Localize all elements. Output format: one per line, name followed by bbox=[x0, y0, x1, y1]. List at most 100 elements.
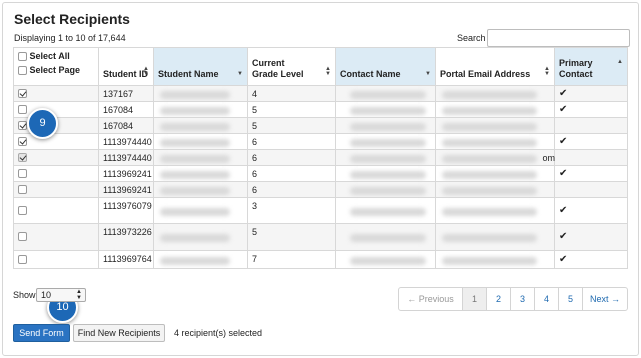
cell-student-id: 167084 bbox=[99, 118, 154, 133]
redacted-portal-email bbox=[442, 139, 537, 147]
cell-contact-name bbox=[336, 134, 436, 149]
cell-student-name bbox=[154, 150, 248, 165]
cell-primary bbox=[555, 182, 627, 197]
primary-contact-check-icon: ✔ bbox=[559, 205, 568, 216]
pagination-page-3[interactable]: 3 bbox=[511, 288, 535, 310]
redacted-student-name bbox=[160, 234, 230, 242]
table-row[interactable]: 1113969764 7 ✔ bbox=[13, 251, 628, 269]
cell-grade: 6 bbox=[248, 182, 336, 197]
redacted-contact-name bbox=[350, 139, 426, 147]
cell-primary: ✔ bbox=[555, 102, 627, 117]
pagination-page-2[interactable]: 2 bbox=[487, 288, 511, 310]
sort-icon: ▲ ▼ bbox=[325, 66, 331, 77]
row-checkbox[interactable] bbox=[18, 105, 27, 114]
student-id: 167084 bbox=[103, 105, 134, 115]
table-row[interactable]: 1113974440 6 om bbox=[13, 150, 628, 166]
pagination-page-4[interactable]: 4 bbox=[535, 288, 559, 310]
cell-portal-email bbox=[436, 182, 555, 197]
cell-primary: ✔ bbox=[555, 251, 627, 268]
cell-contact-name bbox=[336, 118, 436, 133]
select-page-label: Select Page bbox=[29, 65, 81, 75]
grade-level: 5 bbox=[252, 105, 258, 115]
primary-contact-check-icon: ✔ bbox=[559, 254, 568, 265]
student-name-header: Student Name bbox=[158, 69, 219, 79]
sort-up-icon: ▲ bbox=[617, 59, 623, 65]
pagination-page-1[interactable]: 1 bbox=[463, 288, 487, 310]
pagination: ← Previous 1 2 3 4 5 Next → bbox=[398, 287, 628, 311]
cell-portal-email bbox=[436, 118, 555, 133]
cell-contact-name bbox=[336, 166, 436, 181]
pagination-next[interactable]: Next → bbox=[583, 288, 627, 310]
grade-header: Current Grade Level bbox=[252, 58, 304, 79]
row-checkbox[interactable] bbox=[18, 137, 27, 146]
grade-level: 5 bbox=[252, 227, 258, 237]
page-size-value: 10 bbox=[41, 290, 52, 300]
row-checkbox[interactable] bbox=[18, 185, 27, 194]
column-header-grade[interactable]: Current Grade Level ▲ ▼ bbox=[248, 48, 336, 85]
grade-level: 4 bbox=[252, 89, 258, 99]
row-checkbox[interactable] bbox=[18, 153, 27, 162]
cell-contact-name bbox=[336, 198, 436, 223]
redacted-portal-email bbox=[442, 171, 537, 179]
displaying-count: Displaying 1 to 10 of 17,644 bbox=[14, 33, 126, 43]
grade-level: 6 bbox=[252, 169, 258, 179]
redacted-portal-email bbox=[442, 123, 537, 131]
primary-contact-check-icon: ✔ bbox=[559, 136, 568, 147]
table-row[interactable]: 1113974440 6 ✔ bbox=[13, 134, 628, 150]
primary-contact-check-icon: ✔ bbox=[559, 168, 568, 179]
cell-student-name bbox=[154, 251, 248, 268]
redacted-portal-email bbox=[442, 91, 537, 99]
cell-cb bbox=[14, 102, 99, 117]
page-size-select[interactable]: 10 ▲ ▼ bbox=[36, 288, 86, 302]
column-header-primary-contact[interactable]: Primary Contact ▲ bbox=[555, 48, 627, 85]
sort-icon: ▲ ▼ bbox=[544, 66, 550, 77]
redacted-contact-name bbox=[350, 234, 426, 242]
table-row[interactable]: 167084 5 bbox=[13, 118, 628, 134]
table-row[interactable]: 137167 4 ✔ bbox=[13, 86, 628, 102]
cell-student-name bbox=[154, 134, 248, 149]
pagination-page-5[interactable]: 5 bbox=[559, 288, 583, 310]
redacted-student-name bbox=[160, 139, 230, 147]
redacted-contact-name bbox=[350, 257, 426, 265]
step-callout-9: 9 bbox=[27, 108, 58, 139]
redacted-student-name bbox=[160, 187, 230, 195]
column-header-contact-name[interactable]: Contact Name ▼ bbox=[336, 48, 436, 85]
cell-portal-email: om bbox=[436, 150, 555, 165]
cell-portal-email bbox=[436, 198, 555, 223]
find-new-recipients-button[interactable]: Find New Recipients bbox=[73, 324, 165, 342]
column-header-student-name[interactable]: Student Name ▼ bbox=[154, 48, 248, 85]
table-row[interactable]: 1113969241 6 ✔ bbox=[13, 166, 628, 182]
row-checkbox[interactable] bbox=[18, 89, 27, 98]
select-all-checkbox[interactable] bbox=[18, 52, 27, 62]
send-form-button[interactable]: Send Form bbox=[13, 324, 70, 342]
row-checkbox[interactable] bbox=[18, 255, 27, 264]
pagination-previous[interactable]: ← Previous bbox=[399, 288, 463, 310]
redacted-student-name bbox=[160, 123, 230, 131]
column-header-student-id[interactable]: Student ID ▲ ▼ bbox=[99, 48, 154, 85]
cell-student-name bbox=[154, 224, 248, 250]
table-row[interactable]: 167084 5 ✔ bbox=[13, 102, 628, 118]
column-header-portal-email[interactable]: Portal Email Address ▲ ▼ bbox=[436, 48, 555, 85]
cell-student-id: 1113973226 bbox=[99, 224, 154, 250]
row-checkbox[interactable] bbox=[18, 206, 27, 215]
table-row[interactable]: 1113973226 5 ✔ bbox=[13, 224, 628, 251]
search-input[interactable] bbox=[487, 29, 630, 47]
cell-student-name bbox=[154, 102, 248, 117]
grade-level: 7 bbox=[252, 254, 258, 264]
page-title: Select Recipients bbox=[14, 11, 130, 27]
sort-icon: ▲ ▼ bbox=[143, 66, 149, 77]
redacted-student-name bbox=[160, 107, 230, 115]
selected-count: 4 recipient(s) selected bbox=[174, 328, 263, 338]
table-row[interactable]: 1113976079 3 ✔ bbox=[13, 198, 628, 224]
row-checkbox[interactable] bbox=[18, 121, 27, 130]
student-id: 1113974440 bbox=[103, 153, 152, 163]
redacted-student-name bbox=[160, 155, 230, 163]
cell-portal-email bbox=[436, 224, 555, 250]
student-id: 1113974440 bbox=[103, 137, 152, 147]
table-row[interactable]: 1113969241 6 bbox=[13, 182, 628, 198]
select-page-checkbox[interactable] bbox=[18, 66, 27, 76]
cell-contact-name bbox=[336, 251, 436, 268]
row-checkbox[interactable] bbox=[18, 169, 27, 178]
cell-cb bbox=[14, 166, 99, 181]
row-checkbox[interactable] bbox=[18, 232, 27, 241]
